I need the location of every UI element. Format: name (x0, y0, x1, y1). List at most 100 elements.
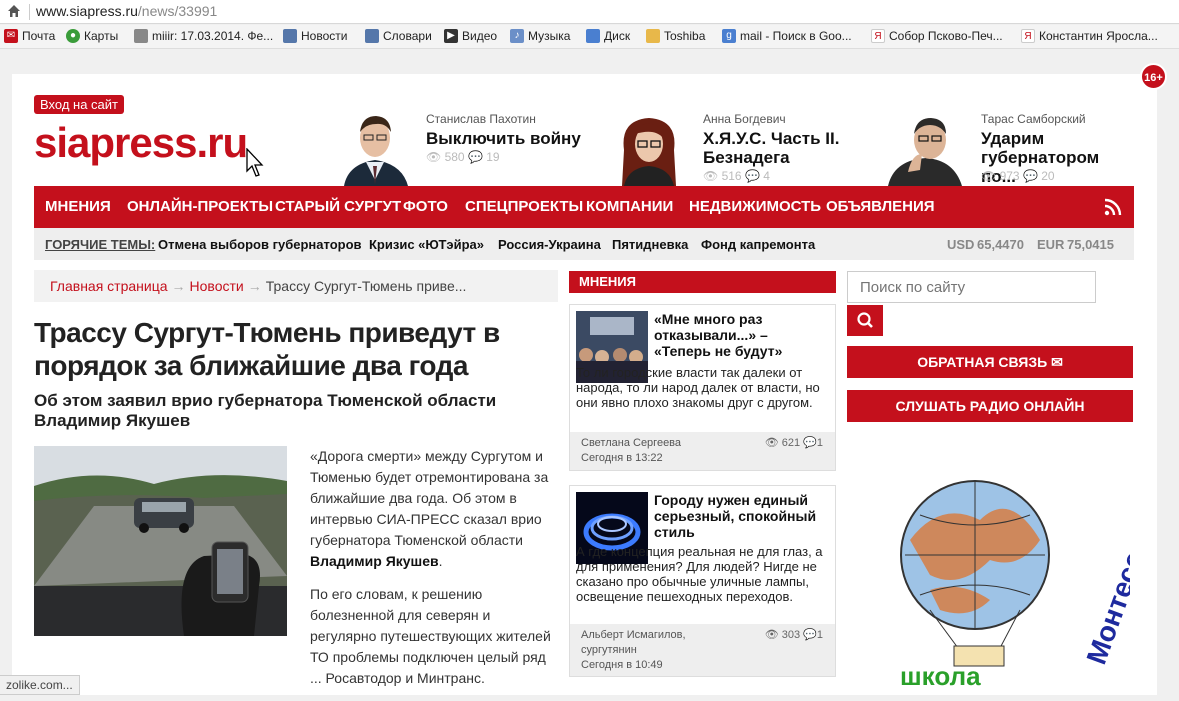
maps-icon: ● (66, 29, 80, 43)
opinion-author-role: сургутянин (581, 644, 637, 656)
site-logo[interactable]: siapress.ru (34, 119, 248, 167)
author-name[interactable]: Станислав Пахотин (426, 112, 536, 126)
feedback-button[interactable]: ОБРАТНАЯ СВЯЗЬ ✉ (847, 346, 1133, 378)
article-body: «Дорога смерти» между Сургутом и Тюменью… (310, 446, 560, 701)
author-post-title[interactable]: Выключить войну (426, 129, 586, 148)
eur-rate: 75,0415 (1067, 237, 1114, 252)
divider (29, 4, 30, 20)
music-icon: ♪ (510, 29, 524, 43)
bookmark-news[interactable]: Новости (283, 29, 347, 43)
bookmark-konstantin[interactable]: Я Константин Яросла... (1021, 29, 1158, 43)
view-count: 973 (999, 169, 1020, 183)
url-text[interactable]: www.siapress.ru/news/33991 (36, 3, 217, 19)
bookmark-maps[interactable]: ● Карты (66, 29, 118, 43)
bookmark-label: Диск (604, 29, 631, 43)
view-count: 621 (781, 437, 801, 449)
comment-count: 1 (816, 629, 823, 641)
author-name[interactable]: Анна Богдевич (703, 112, 786, 126)
author-photo (610, 110, 688, 186)
breadcrumb-news[interactable]: Новости (190, 278, 244, 294)
radio-online-button[interactable]: СЛУШАТЬ РАДИО ОНЛАЙН (847, 390, 1133, 422)
montessori-banner[interactable]: Монтессори школа (870, 480, 1130, 695)
bookmark-video[interactable]: ▶ Видео (444, 29, 497, 43)
comment-icon: 💬 (803, 629, 817, 641)
bookmark-mail[interactable]: ✉ Почта (4, 29, 55, 43)
eye-icon: 👁 (764, 629, 782, 641)
nav-item-opinions[interactable]: МНЕНИЯ (45, 198, 111, 215)
bookmark-label: Словари (383, 29, 432, 43)
bookmark-toshiba[interactable]: Toshiba (646, 29, 705, 43)
site-search-input[interactable] (847, 271, 1096, 303)
nav-item-old-surgut[interactable]: СТАРЫЙ СУРГУТ (275, 198, 401, 215)
hot-topic-link[interactable]: Отмена выборов губернаторов (158, 237, 362, 252)
opinion-footer: Светлана Сергеева Сегодня в 13:22 👁 621 … (570, 432, 835, 470)
bookmark-google[interactable]: g mail - Поиск в Goo... (722, 29, 852, 43)
nav-item-photo[interactable]: ФОТО (403, 198, 448, 215)
page-icon (365, 29, 379, 43)
age-rating-badge: 16+ (1140, 63, 1167, 90)
breadcrumb-current: Трассу Сургут-Тюмень приве... (265, 278, 467, 294)
search-icon (857, 312, 873, 328)
opinion-date: Сегодня в 13:22 (581, 452, 663, 464)
opinion-card[interactable]: «Мне много раз отказывали...» – «Теперь … (569, 304, 836, 471)
comment-count: 19 (486, 150, 500, 164)
bookmark-sobor[interactable]: Я Собор Псково-Печ... (871, 29, 1003, 43)
login-button[interactable]: Вход на сайт (34, 95, 124, 114)
nav-item-special-projects[interactable]: СПЕЦПРОЕКТЫ (465, 198, 583, 215)
opinion-stats: 👁 303 💬1 (765, 628, 823, 643)
rss-icon[interactable] (1104, 198, 1122, 216)
home-icon[interactable] (6, 3, 22, 19)
opinion-title[interactable]: «Мне много раз отказывали...» – «Теперь … (654, 311, 826, 359)
search-button[interactable] (847, 305, 883, 336)
nav-item-real-estate[interactable]: НЕДВИЖИМОСТЬ (689, 198, 821, 215)
bookmark-dicts[interactable]: Словари (365, 29, 432, 43)
breadcrumb-home[interactable]: Главная страница (50, 278, 168, 294)
bookmark-music[interactable]: ♪ Музыка (510, 29, 570, 43)
bookmark-label: Новости (301, 29, 348, 43)
comment-icon: 💬 (1022, 169, 1038, 183)
main-nav: МНЕНИЯ ОНЛАЙН-ПРОЕКТЫ СТАРЫЙ СУРГУТ ФОТО… (34, 186, 1134, 228)
feedback-label: ОБРАТНАЯ СВЯЗЬ (917, 354, 1048, 370)
author-name[interactable]: Тарас Самборский (981, 112, 1086, 126)
eye-icon: 👁 (703, 169, 722, 183)
author-post-title[interactable]: Х.Я.У.С. Часть II. Безнадега (703, 129, 853, 167)
video-icon: ▶ (444, 29, 458, 43)
hot-topic-link[interactable]: Россия-Украина (498, 237, 601, 252)
bookmark-label: Собор Псково-Печ... (889, 29, 1003, 43)
eur-label: EUR (1037, 237, 1065, 252)
hot-topic-link[interactable]: Фонд капремонта (701, 237, 815, 252)
address-bar[interactable]: www.siapress.ru/news/33991 (0, 0, 1179, 24)
post-stats: 👁 516 💬 4 (703, 169, 770, 183)
view-count: 303 (781, 629, 801, 641)
bookmark-label: Константин Яросла... (1039, 29, 1158, 43)
post-stats: 👁 580 💬 19 (426, 150, 500, 164)
article-paragraph: По его словам, к решению болезненной для… (310, 586, 551, 686)
avatar-icon (134, 29, 148, 43)
opinion-footer: Альберт Исмагилов, сургутянин Сегодня в … (570, 624, 835, 676)
nav-item-ads[interactable]: ОБЪЯВЛЕНИЯ (826, 198, 935, 215)
nav-item-online-projects[interactable]: ОНЛАЙН-ПРОЕКТЫ (127, 198, 273, 215)
disk-icon (586, 29, 600, 43)
comment-count: 1 (816, 437, 823, 449)
banner-title: Монтессори (1080, 499, 1130, 668)
nav-item-companies[interactable]: КОМПАНИИ (586, 198, 673, 215)
bookmark-label: Почта (22, 29, 56, 43)
hot-topic-link[interactable]: Пятидневка (612, 237, 688, 252)
url-path: /news/33991 (137, 3, 218, 19)
person-name: Владимир Якушев (310, 553, 439, 569)
hot-topics-label: ГОРЯЧИЕ ТЕМЫ: (45, 237, 156, 252)
opinion-title[interactable]: Городу нужен единый серьезный, спокойный… (654, 492, 826, 540)
hot-topic-link[interactable]: Кризис «ЮТэйра» (369, 237, 484, 252)
opinions-heading[interactable]: МНЕНИЯ (569, 271, 836, 293)
bookmark-miiir[interactable]: miiir: 17.03.2014. Фе... (134, 29, 273, 43)
bookmark-disk[interactable]: Диск (586, 29, 630, 43)
comment-count: 4 (763, 169, 770, 183)
article-image[interactable] (34, 446, 287, 636)
article-subtitle: Об этом заявил врио губернатора Тюменско… (34, 391, 497, 430)
opinion-card[interactable]: Городу нужен единый серьезный, спокойный… (569, 485, 836, 677)
eye-icon: 👁 (426, 150, 445, 164)
bookmark-label: Видео (462, 29, 498, 43)
usd-label: USD (947, 237, 975, 252)
banner-subtitle: школа (900, 661, 981, 691)
envelope-icon: ✉ (1051, 354, 1063, 370)
